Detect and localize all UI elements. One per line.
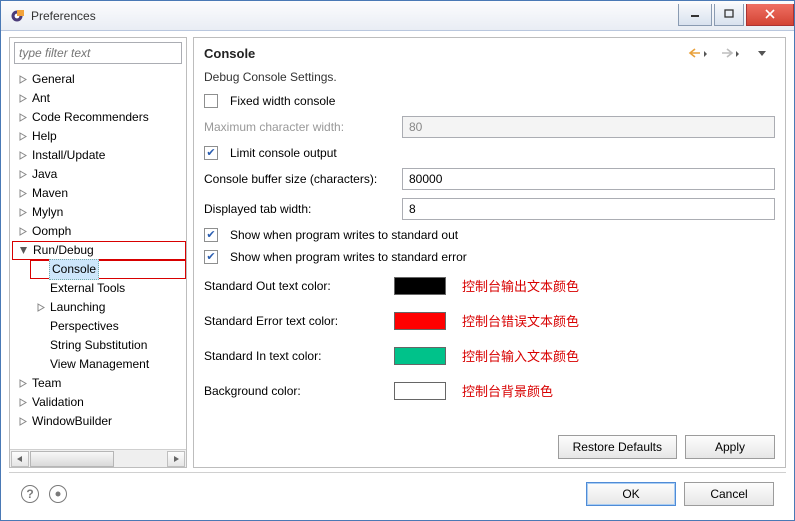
stdout-annotation: 控制台输出文本颜色 <box>462 276 579 295</box>
fixed-width-label: Fixed width console <box>230 94 335 108</box>
close-button[interactable] <box>746 4 794 26</box>
tab-width-label: Displayed tab width: <box>204 202 394 216</box>
apply-button[interactable]: Apply <box>685 435 775 459</box>
ok-button[interactable]: OK <box>586 482 676 506</box>
expand-icon[interactable] <box>16 74 28 86</box>
show-stderr-label: Show when program writes to standard err… <box>230 250 467 264</box>
stderr-color-label: Standard Error text color: <box>204 314 394 328</box>
section-subtitle: Debug Console Settings. <box>204 70 775 84</box>
maximize-button[interactable] <box>714 4 744 26</box>
tree-item[interactable]: General <box>12 70 186 89</box>
limit-output-checkbox[interactable] <box>204 146 218 160</box>
tree-item[interactable]: Help <box>12 127 186 146</box>
tree-item-run-debug[interactable]: Run/Debug <box>12 241 186 260</box>
expand-icon[interactable] <box>17 245 29 257</box>
preferences-window: Preferences GeneralAntCode RecommendersH… <box>0 0 795 521</box>
tree-item[interactable]: Install/Update <box>12 146 186 165</box>
page-title: Console <box>204 46 255 61</box>
nav-menu-button[interactable] <box>749 44 775 62</box>
cancel-button[interactable]: Cancel <box>684 482 774 506</box>
stdin-color-label: Standard In text color: <box>204 349 394 363</box>
app-icon <box>9 8 25 24</box>
tab-width-input[interactable] <box>402 198 775 220</box>
tree-item[interactable]: Oomph <box>12 222 186 241</box>
fixed-width-checkbox[interactable] <box>204 94 218 108</box>
dialog-footer: ? OK Cancel <box>9 472 786 514</box>
expand-icon[interactable] <box>16 150 28 162</box>
category-tree-panel: GeneralAntCode RecommendersHelpInstall/U… <box>9 37 187 468</box>
window-title: Preferences <box>31 9 96 23</box>
bg-color-label: Background color: <box>204 384 394 398</box>
expand-icon[interactable] <box>16 131 28 143</box>
show-stdout-label: Show when program writes to standard out <box>230 228 458 242</box>
buffer-size-label: Console buffer size (characters): <box>204 172 394 186</box>
buffer-size-input[interactable] <box>402 168 775 190</box>
stderr-annotation: 控制台错误文本颜色 <box>462 311 579 330</box>
nav-back-button[interactable] <box>685 44 711 62</box>
stderr-color-swatch[interactable] <box>394 312 446 330</box>
tree-item[interactable]: Maven <box>12 184 186 203</box>
horizontal-scrollbar[interactable] <box>10 449 186 467</box>
show-stdout-checkbox[interactable] <box>204 228 218 242</box>
scroll-left-button[interactable] <box>11 451 29 467</box>
category-tree[interactable]: GeneralAntCode RecommendersHelpInstall/U… <box>10 68 186 449</box>
expand-icon[interactable] <box>16 226 28 238</box>
tree-item[interactable]: WindowBuilder <box>12 412 186 431</box>
tree-item[interactable]: Validation <box>12 393 186 412</box>
stdin-color-swatch[interactable] <box>394 347 446 365</box>
tree-item[interactable]: Launching <box>30 298 186 317</box>
scroll-track[interactable] <box>30 451 166 467</box>
restore-defaults-button[interactable]: Restore Defaults <box>558 435 677 459</box>
expand-icon[interactable] <box>16 112 28 124</box>
settings-panel: Console Debug Console Settings. Fixed wi… <box>193 37 786 468</box>
max-char-width-label: Maximum character width: <box>204 120 394 134</box>
expand-icon[interactable] <box>16 93 28 105</box>
titlebar[interactable]: Preferences <box>1 1 794 31</box>
minimize-button[interactable] <box>678 4 712 26</box>
tree-item-console[interactable]: Console <box>30 260 186 279</box>
show-stderr-checkbox[interactable] <box>204 250 218 264</box>
scroll-thumb[interactable] <box>30 451 114 467</box>
expand-icon[interactable] <box>16 378 28 390</box>
expand-icon[interactable] <box>16 207 28 219</box>
tree-item[interactable]: Team <box>12 374 186 393</box>
stdout-color-label: Standard Out text color: <box>204 279 394 293</box>
nav-forward-button[interactable] <box>717 44 743 62</box>
tree-item[interactable]: String Substitution <box>30 336 186 355</box>
limit-output-label: Limit console output <box>230 146 337 160</box>
help-icon[interactable]: ? <box>21 485 39 503</box>
tree-item[interactable]: View Management <box>30 355 186 374</box>
tree-item[interactable]: External Tools <box>30 279 186 298</box>
import-export-icon[interactable] <box>49 485 67 503</box>
max-char-width-input <box>402 116 775 138</box>
tree-item[interactable]: Code Recommenders <box>12 108 186 127</box>
bg-annotation: 控制台背景颜色 <box>462 381 553 400</box>
stdin-annotation: 控制台输入文本颜色 <box>462 346 579 365</box>
filter-input[interactable] <box>14 42 182 64</box>
expand-icon[interactable] <box>34 302 46 314</box>
tree-item[interactable]: Perspectives <box>30 317 186 336</box>
tree-item[interactable]: Ant <box>12 89 186 108</box>
expand-icon[interactable] <box>16 169 28 181</box>
bg-color-swatch[interactable] <box>394 382 446 400</box>
tree-item[interactable]: Java <box>12 165 186 184</box>
expand-icon[interactable] <box>16 397 28 409</box>
expand-icon[interactable] <box>16 188 28 200</box>
expand-icon[interactable] <box>16 416 28 428</box>
tree-item[interactable]: Mylyn <box>12 203 186 222</box>
scroll-right-button[interactable] <box>167 451 185 467</box>
stdout-color-swatch[interactable] <box>394 277 446 295</box>
